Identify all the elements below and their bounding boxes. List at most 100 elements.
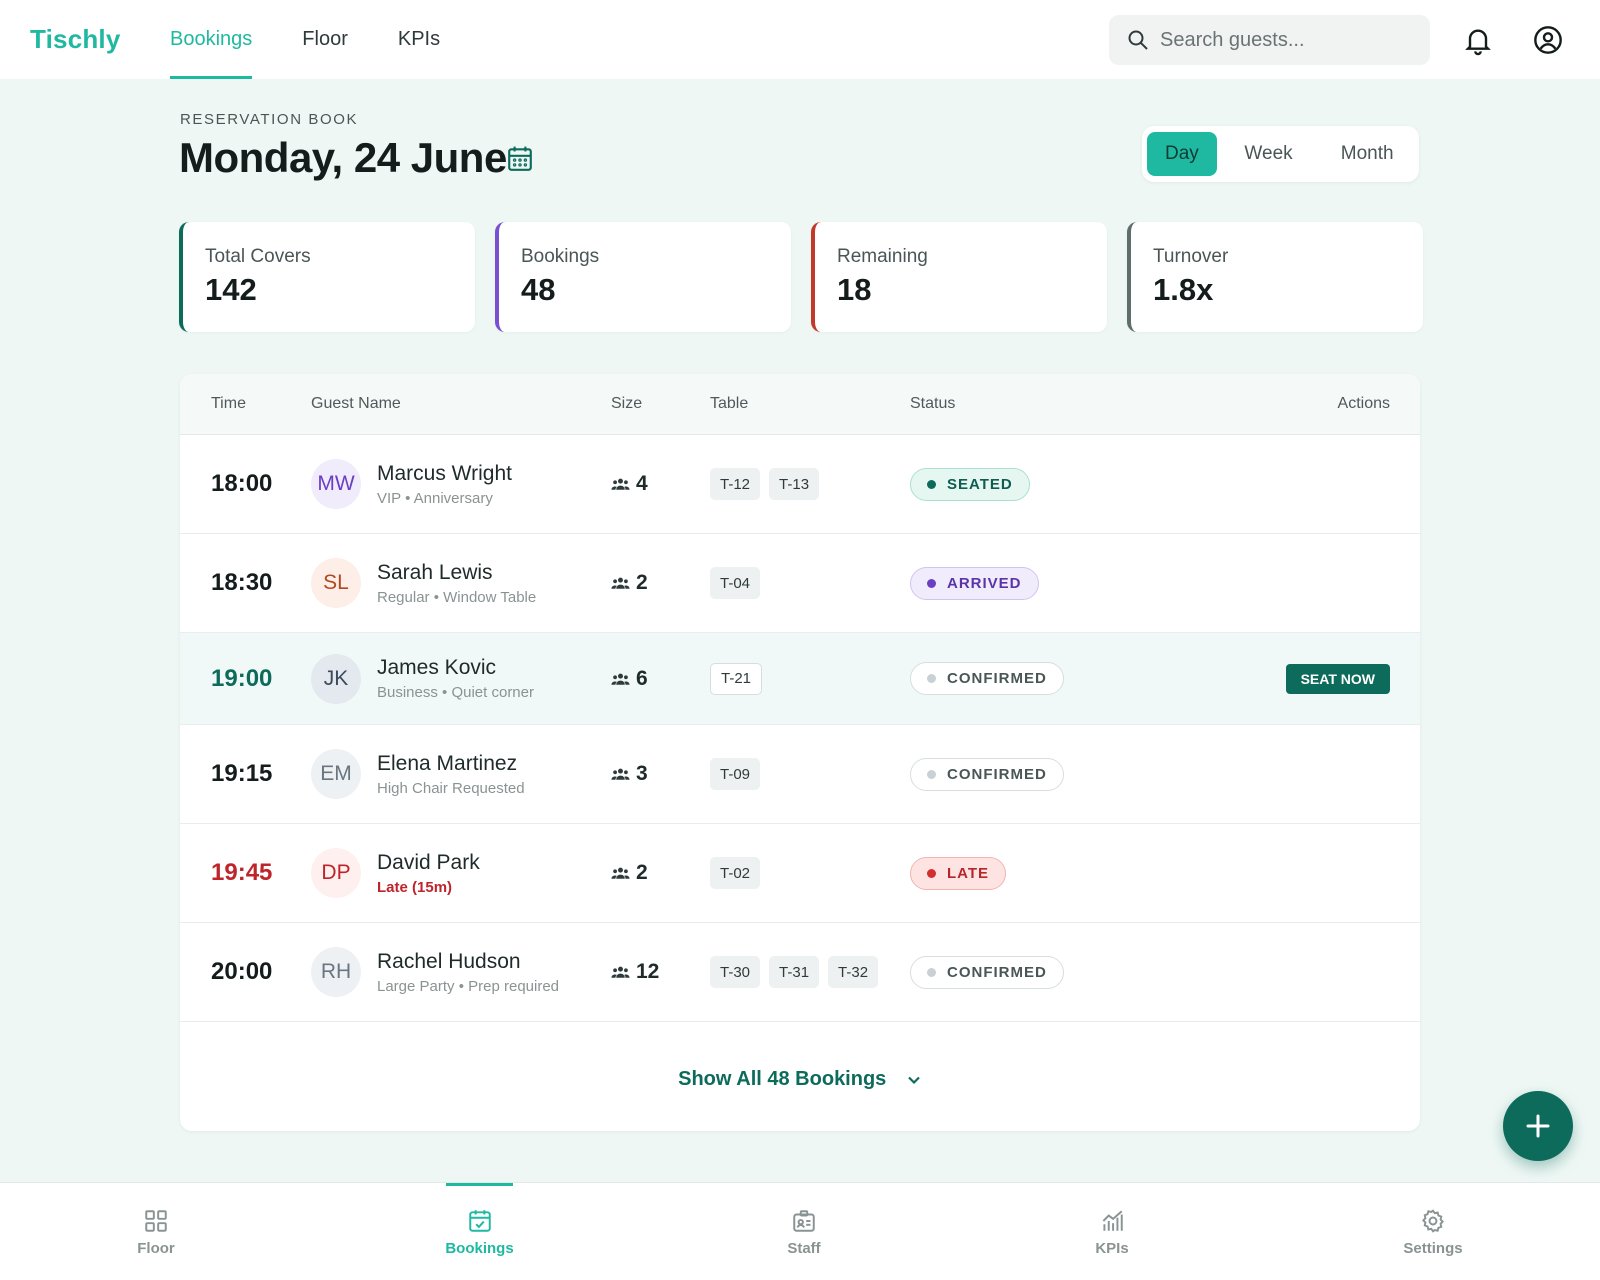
stat-value: 1.8x <box>1153 272 1214 307</box>
bottom-nav: Floor Bookings Staff KPIs Settings <box>0 1182 1600 1280</box>
table-row[interactable]: 18:30 SL Sarah Lewis Regular • Window Ta… <box>180 534 1420 633</box>
stat-label: Total Covers <box>205 246 311 267</box>
guest-info: Rachel Hudson Large Party • Prep require… <box>377 923 559 1021</box>
stat-bookings: Bookings 48 <box>495 222 791 332</box>
table-chip[interactable]: T-32 <box>828 956 879 988</box>
table-row[interactable]: 19:15 EM Elena Martinez High Chair Reque… <box>180 725 1420 824</box>
guest-note: Late (15m) <box>377 878 453 896</box>
guest-note: Business • Quiet corner <box>377 684 534 701</box>
col-table[interactable]: Table <box>710 395 748 413</box>
show-all-bookings-button[interactable]: Show All 48 Bookings <box>180 1068 1420 1091</box>
status-badge[interactable]: SEATED <box>910 467 1030 501</box>
table-chip[interactable]: T-21 <box>710 662 763 695</box>
add-booking-button[interactable] <box>1503 1091 1573 1161</box>
people-icon <box>611 768 630 780</box>
user-circle-icon <box>1534 26 1562 54</box>
view-week-button[interactable]: Week <box>1217 132 1321 176</box>
table-row[interactable]: 18:00 MW Marcus Wright VIP • Anniversary… <box>180 435 1420 534</box>
status-label: ARRIVED <box>947 574 1022 592</box>
table-chip[interactable]: T-02 <box>710 857 761 889</box>
status-badge[interactable]: CONFIRMED <box>910 757 1064 791</box>
party-size-value: 2 <box>636 571 648 594</box>
guest-name[interactable]: Elena Martinez <box>377 752 517 776</box>
table-row[interactable]: 20:00 RH Rachel Hudson Large Party • Pre… <box>180 923 1420 1022</box>
bookings-table: Time Guest Name Size Table Status Action… <box>180 374 1420 1131</box>
people-icon <box>611 577 630 589</box>
guest-name[interactable]: David Park <box>377 851 480 875</box>
topnav-floor[interactable]: Floor <box>302 0 348 79</box>
table-chip[interactable]: T-12 <box>710 468 761 500</box>
avatar: SL <box>311 558 361 608</box>
status-badge[interactable]: CONFIRMED <box>910 662 1064 695</box>
bottomnav-staff[interactable]: Staff <box>773 1183 835 1280</box>
table-row[interactable]: 19:00 JK James Kovic Business • Quiet co… <box>180 633 1420 725</box>
avatar: JK <box>311 653 361 704</box>
bottomnav-bookings[interactable]: Bookings <box>445 1183 514 1280</box>
seat-now-button[interactable]: SEAT NOW <box>1285 663 1390 694</box>
status-cell: LATE <box>910 824 1007 922</box>
col-guest[interactable]: Guest Name <box>311 395 401 413</box>
guest-note: Large Party • Prep required <box>377 977 560 995</box>
app-logo[interactable]: Tischly <box>30 24 121 55</box>
account-button[interactable] <box>1532 24 1564 56</box>
party-size: 3 <box>611 725 648 823</box>
bottomnav-label: KPIs <box>1095 1239 1129 1257</box>
table-chip[interactable]: T-04 <box>710 567 761 599</box>
topnav-kpis[interactable]: KPIs <box>398 0 440 79</box>
bottomnav-kpis[interactable]: KPIs <box>1082 1183 1142 1280</box>
table-chip[interactable]: T-30 <box>710 956 761 988</box>
status-dot <box>927 967 936 977</box>
bottomnav-label: Floor <box>137 1239 175 1257</box>
guest-info: Marcus Wright VIP • Anniversary <box>377 435 512 533</box>
notifications-button[interactable] <box>1462 24 1494 56</box>
party-size-value: 2 <box>636 861 648 884</box>
party-size: 12 <box>611 923 659 1021</box>
status-badge[interactable]: LATE <box>910 856 1007 890</box>
view-day-button[interactable]: Day <box>1147 132 1217 176</box>
table-assignments: T-09 <box>710 725 761 823</box>
view-month-button[interactable]: Month <box>1320 132 1414 176</box>
status-dot <box>927 578 936 588</box>
col-time[interactable]: Time <box>211 395 246 413</box>
gear-icon <box>1422 1208 1444 1233</box>
bottomnav-floor[interactable]: Floor <box>126 1183 186 1280</box>
search-input[interactable] <box>1160 28 1410 52</box>
top-nav: Bookings Floor KPIs <box>170 0 490 79</box>
guest-name[interactable]: James Kovic <box>377 656 496 680</box>
row-time: 19:00 <box>211 664 273 692</box>
guest-name[interactable]: Marcus Wright <box>377 462 512 486</box>
table-chip[interactable]: T-13 <box>769 468 820 500</box>
table-chip[interactable]: T-31 <box>769 956 820 988</box>
avatar: EM <box>311 749 361 799</box>
guest-name[interactable]: Sarah Lewis <box>377 561 493 585</box>
stat-turnover: Turnover 1.8x <box>1127 222 1423 332</box>
status-badge[interactable]: CONFIRMED <box>910 955 1064 989</box>
guest-name[interactable]: Rachel Hudson <box>377 950 521 974</box>
stat-label: Turnover <box>1153 246 1229 267</box>
view-toggle: Day Week Month <box>1142 126 1419 182</box>
stat-total-covers: Total Covers 142 <box>179 222 475 332</box>
bottomnav-label: Bookings <box>445 1239 514 1257</box>
people-icon <box>611 478 630 490</box>
col-status[interactable]: Status <box>910 395 955 413</box>
stat-remaining: Remaining 18 <box>811 222 1107 332</box>
bottomnav-settings[interactable]: Settings <box>1398 1183 1468 1280</box>
bottomnav-label: Settings <box>1403 1239 1463 1257</box>
table-row[interactable]: 19:45 DP David Park Late (15m) 2 T-02 LA… <box>180 824 1420 923</box>
topnav-bookings[interactable]: Bookings <box>170 0 253 79</box>
avatar: DP <box>311 848 361 898</box>
avatar: RH <box>311 947 361 997</box>
calendar-icon[interactable] <box>507 145 533 178</box>
people-icon <box>611 867 630 879</box>
status-dot <box>927 769 936 779</box>
status-cell: CONFIRMED <box>910 725 1064 823</box>
table-chip[interactable]: T-09 <box>710 758 761 790</box>
stat-value: 48 <box>521 272 556 307</box>
status-badge[interactable]: ARRIVED <box>910 566 1039 600</box>
col-size[interactable]: Size <box>611 395 642 413</box>
search-icon <box>1128 30 1148 50</box>
status-cell: ARRIVED <box>910 534 1039 632</box>
search-box[interactable] <box>1109 15 1430 65</box>
status-cell: CONFIRMED <box>910 633 1064 724</box>
table-assignments: T-21 <box>710 633 763 724</box>
